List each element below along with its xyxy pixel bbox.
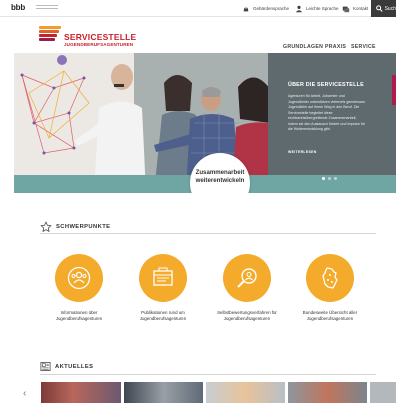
easy-language-link[interactable]: Leichte Sprache — [295, 3, 339, 14]
news-thumb-1[interactable] — [41, 382, 121, 403]
tile-publikationen-circle — [139, 254, 187, 302]
slider-dots — [322, 177, 337, 180]
tile-uebersicht-circle — [306, 254, 354, 302]
search-icon — [376, 5, 383, 12]
slider-dot-2[interactable] — [328, 177, 331, 180]
hero-accent-tab — [392, 75, 396, 105]
nav-grundlagen[interactable]: GRUNDLAGEN — [283, 44, 323, 50]
tile-publikationen-label-2: Jugendberufsagenturen — [139, 316, 187, 321]
tile-informationen-circle — [55, 254, 103, 302]
tile-publikationen-label: Publikationen rund um Jugendberufsagentu… — [123, 310, 203, 322]
tile-uebersicht[interactable]: Bundesweite Übersicht aller Jugendberufs… — [290, 254, 370, 322]
bbb-logo[interactable]: bbb — [11, 3, 25, 12]
news-thumb-3[interactable] — [206, 382, 285, 403]
hero-slider[interactable]: ÜBER DIE SERVICESTELLE Agenturen für Arb… — [14, 53, 396, 193]
nav-praxis[interactable]: PRAXIS — [325, 44, 346, 50]
search-button[interactable]: Such — [371, 0, 396, 17]
read-more-link[interactable]: WEITERLESEN — [288, 150, 317, 154]
newspaper-icon — [40, 361, 51, 372]
tile-publikationen[interactable]: Publikationen rund um Jugendberufsagentu… — [123, 254, 203, 322]
contact-link[interactable]: Kontakt — [342, 3, 368, 14]
easy-language-label: Leichte Sprache — [306, 6, 339, 11]
tile-uebersicht-label: Bundesweite Übersicht aller Jugendberufs… — [290, 310, 370, 322]
sign-language-icon — [243, 6, 249, 11]
contact-label: Kontakt — [353, 6, 369, 11]
star-icon — [40, 221, 52, 232]
about-panel: ÜBER DIE SERVICESTELLE Agenturen für Arb… — [14, 53, 396, 193]
slider-dot-3[interactable] — [334, 177, 337, 180]
schwerpunkte-divider — [40, 233, 376, 234]
tile-informationen-label: Informationen über Jugendberufsagenturen — [39, 310, 119, 322]
about-panel-title: ÜBER DIE SERVICESTELLE — [288, 82, 364, 88]
hero-caption: Zusammenarbeit weiterentwickeln — [190, 169, 250, 185]
aktuelles-divider — [40, 374, 376, 375]
search-label: Such — [384, 5, 396, 12]
sign-language-label: Gebärdensprache — [253, 6, 290, 11]
schwerpunkte-heading: SCHWERPUNKTE — [40, 221, 110, 233]
servicestelle-logo-icon[interactable] — [39, 26, 61, 44]
slider-dot-1[interactable] — [322, 177, 325, 180]
bbb-logo-subtext-lines — [36, 5, 58, 9]
news-carousel — [41, 382, 396, 403]
news-thumb-5[interactable] — [370, 382, 396, 403]
aktuelles-heading: AKTUELLES — [40, 361, 93, 372]
contact-icon — [342, 6, 350, 12]
about-panel-text: Agenturen für Arbeit, Jobcenter und Juge… — [288, 94, 366, 131]
news-thumb-4[interactable] — [288, 382, 367, 403]
nav-service[interactable]: SERVICE — [351, 44, 376, 50]
tile-informationen[interactable]: Informationen über Jugendberufsagenturen — [39, 254, 119, 322]
magnifier-person-icon — [237, 268, 257, 288]
tile-uebersicht-label-2: Jugendberufsagenturen — [306, 316, 354, 321]
tile-selbstbewertung[interactable]: Selbstbewertungsverfahren für Jugendberu… — [207, 254, 287, 322]
germany-map-icon — [322, 267, 338, 289]
aktuelles-title: AKTUELLES — [55, 363, 94, 370]
news-prev-arrow-icon[interactable]: ‹ — [23, 388, 26, 399]
sign-language-link[interactable]: Gebärdensprache — [242, 3, 289, 14]
tile-selbstbewertung-label-2: Jugendberufsagenturen — [223, 316, 271, 321]
hero-caption-line-2: weiterentwickeln — [195, 177, 245, 184]
brand-title[interactable]: SERVICESTELLE — [64, 32, 136, 42]
brand-subtitle: JUGENDBERUFSAGENTUREN — [64, 42, 134, 47]
easy-language-icon — [295, 5, 303, 12]
publications-icon — [153, 267, 173, 286]
schwerpunkte-title: SCHWERPUNKTE — [56, 224, 111, 230]
people-circle-icon — [67, 266, 91, 290]
hero-caption-line-1: Zusammenarbeit — [195, 169, 245, 176]
tile-informationen-label-2: Jugendberufsagenturen — [55, 316, 103, 321]
tile-selbstbewertung-label: Selbstbewertungsverfahren für Jugendberu… — [207, 310, 287, 322]
top-utility-bar: bbb Gebärdensprache Leichte Sprache Kont… — [0, 0, 396, 17]
tile-selbstbewertung-circle — [223, 254, 271, 302]
news-thumb-2[interactable] — [124, 382, 203, 403]
site-header: SERVICESTELLE JUGENDBERUFSAGENTUREN GRUN… — [0, 17, 396, 53]
